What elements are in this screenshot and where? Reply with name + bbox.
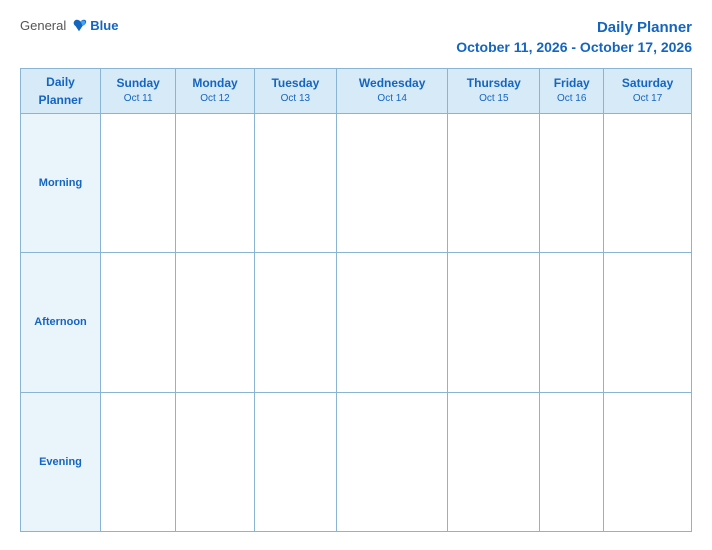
morning-sunday[interactable]: [101, 113, 176, 252]
afternoon-saturday[interactable]: [604, 253, 692, 392]
col-header-wednesday: Wednesday Oct 14: [336, 68, 447, 113]
col-header-tuesday: Tuesday Oct 13: [254, 68, 336, 113]
evening-row: Evening: [21, 392, 692, 531]
morning-row: Morning: [21, 113, 692, 252]
date-range: October 11, 2026 - October 17, 2026: [456, 38, 692, 56]
page-title: Daily Planner: [456, 18, 692, 38]
evening-thursday[interactable]: [448, 392, 540, 531]
evening-tuesday[interactable]: [254, 392, 336, 531]
row-label-afternoon: Afternoon: [21, 253, 101, 392]
morning-monday[interactable]: [176, 113, 254, 252]
evening-friday[interactable]: [540, 392, 604, 531]
logo-bird-icon: [70, 19, 88, 33]
morning-friday[interactable]: [540, 113, 604, 252]
morning-tuesday[interactable]: [254, 113, 336, 252]
logo-general-text: General: [20, 18, 66, 33]
evening-wednesday[interactable]: [336, 392, 447, 531]
logo-area: General Blue: [20, 18, 118, 33]
calendar-table: Daily Planner Sunday Oct 11 Monday Oct 1…: [20, 68, 692, 532]
afternoon-row: Afternoon: [21, 253, 692, 392]
evening-sunday[interactable]: [101, 392, 176, 531]
evening-monday[interactable]: [176, 392, 254, 531]
col-header-daily-planner: Daily Planner: [21, 68, 101, 113]
morning-wednesday[interactable]: [336, 113, 447, 252]
afternoon-tuesday[interactable]: [254, 253, 336, 392]
col-header-sunday: Sunday Oct 11: [101, 68, 176, 113]
evening-saturday[interactable]: [604, 392, 692, 531]
col-header-saturday: Saturday Oct 17: [604, 68, 692, 113]
row-label-evening: Evening: [21, 392, 101, 531]
title-area: Daily Planner October 11, 2026 - October…: [456, 18, 692, 56]
afternoon-friday[interactable]: [540, 253, 604, 392]
afternoon-monday[interactable]: [176, 253, 254, 392]
logo: General Blue: [20, 18, 118, 33]
col-header-monday: Monday Oct 12: [176, 68, 254, 113]
header-row: Daily Planner Sunday Oct 11 Monday Oct 1…: [21, 68, 692, 113]
page-header: General Blue Daily Planner October 11, 2…: [20, 18, 692, 56]
afternoon-thursday[interactable]: [448, 253, 540, 392]
afternoon-sunday[interactable]: [101, 253, 176, 392]
col-header-thursday: Thursday Oct 15: [448, 68, 540, 113]
col-header-friday: Friday Oct 16: [540, 68, 604, 113]
logo-blue-text: Blue: [90, 18, 118, 33]
row-label-morning: Morning: [21, 113, 101, 252]
morning-saturday[interactable]: [604, 113, 692, 252]
afternoon-wednesday[interactable]: [336, 253, 447, 392]
morning-thursday[interactable]: [448, 113, 540, 252]
